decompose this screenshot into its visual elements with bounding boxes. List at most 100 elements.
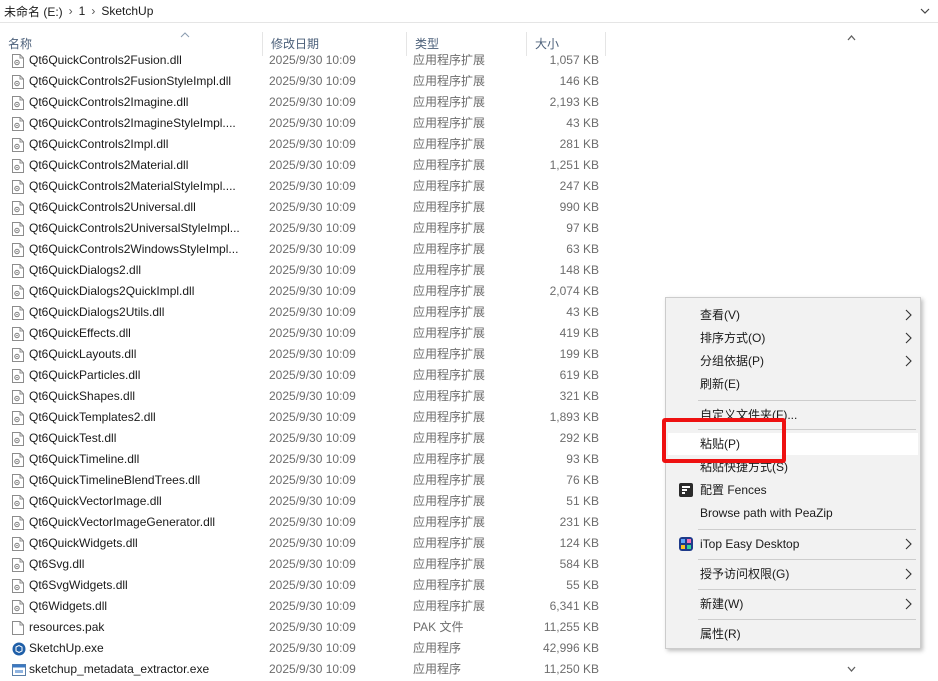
file-row[interactable]: Qt6SvgWidgets.dll 2025/9/30 10:09 应用程序扩展 55…: [0, 575, 606, 596]
menu-separator: [698, 559, 916, 560]
menu-item-peazip-browse[interactable]: Browse path with PeaZip: [668, 502, 918, 524]
file-type: 应用程序扩展: [413, 473, 486, 487]
dll-file-icon: [10, 197, 26, 218]
file-row[interactable]: sketchup_metadata_extractor.exe 2025/9/30…: [0, 659, 606, 680]
file-size: 51 KB: [566, 494, 599, 508]
file-size: 199 KB: [559, 347, 599, 361]
file-date: 2025/9/30 10:09: [269, 389, 356, 403]
file-row[interactable]: Qt6QuickTimeline.dll 2025/9/30 10:09 应用程序扩…: [0, 449, 606, 470]
menu-item-new[interactable]: 新建(W): [668, 593, 918, 615]
file-date: 2025/9/30 10:09: [269, 158, 356, 172]
file-name: Qt6QuickDialogs2Utils.dll: [29, 305, 165, 319]
breadcrumb-folder-1[interactable]: 1: [79, 4, 86, 18]
file-row[interactable]: Qt6QuickDialogs2QuickImpl.dll 2025/9/30 1…: [0, 281, 606, 302]
menu-item-itop-easy-desktop[interactable]: iTop Easy Desktop: [668, 533, 918, 555]
menu-item-group-by[interactable]: 分组依据(P): [668, 350, 918, 372]
file-row[interactable]: Qt6QuickEffects.dll 2025/9/30 10:09 应用程序扩展…: [0, 323, 606, 344]
dll-file-icon: [10, 512, 26, 533]
address-bar[interactable]: 未命名 (E:) › 1 › SketchUp: [0, 0, 938, 23]
file-row[interactable]: Qt6QuickDialogs2Utils.dll 2025/9/30 10:09…: [0, 302, 606, 323]
menu-item-customize-folder[interactable]: 自定义文件夹(F)...: [668, 404, 918, 426]
menu-item-configure-fences[interactable]: 配置 Fences: [668, 479, 918, 501]
column-type-label: 类型: [415, 37, 440, 51]
file-name: Qt6QuickControls2Imagine.dll: [29, 95, 189, 109]
file-row[interactable]: Qt6QuickControls2FusionStyleImpl.dll 2025…: [0, 71, 606, 92]
file-date: 2025/9/30 10:09: [269, 179, 356, 193]
file-date: 2025/9/30 10:09: [269, 578, 356, 592]
file-date: 2025/9/30 10:09: [269, 284, 356, 298]
scroll-up-icon[interactable]: [843, 30, 860, 47]
dll-file-icon: [10, 155, 26, 176]
menu-item-grant-access[interactable]: 授予访问权限(G): [668, 563, 918, 585]
file-date: 2025/9/30 10:09: [269, 431, 356, 445]
chevron-right-icon: [905, 568, 912, 580]
file-type: 应用程序扩展: [413, 263, 486, 277]
menu-item-paste-shortcut[interactable]: 粘贴快捷方式(S): [668, 456, 918, 478]
file-row[interactable]: Qt6QuickControls2Imagine.dll 2025/9/30 10…: [0, 92, 606, 113]
menu-item-properties[interactable]: 属性(R): [668, 623, 918, 645]
menu-separator: [698, 429, 916, 430]
file-size: 93 KB: [566, 452, 599, 466]
file-row[interactable]: Qt6QuickVectorImageGenerator.dll 2025/9/3…: [0, 512, 606, 533]
file-row[interactable]: resources.pak 2025/9/30 10:09 PAK 文件 11,255…: [0, 617, 606, 638]
file-size: 6,341 KB: [549, 599, 599, 613]
file-row[interactable]: Qt6QuickControls2Universal.dll 2025/9/30 …: [0, 197, 606, 218]
menu-item-label: 粘贴(P): [700, 437, 740, 451]
menu-item-view[interactable]: 查看(V): [668, 304, 918, 326]
file-row[interactable]: Qt6QuickDialogs2.dll 2025/9/30 10:09 应用程序扩…: [0, 260, 606, 281]
menu-item-sort-by[interactable]: 排序方式(O): [668, 327, 918, 349]
file-type: 应用程序: [413, 641, 462, 655]
breadcrumb-folder-sketchup[interactable]: SketchUp: [101, 4, 153, 18]
file-type: 应用程序扩展: [413, 494, 486, 508]
file-row[interactable]: Qt6Widgets.dll 2025/9/30 10:09 应用程序扩展 6,341…: [0, 596, 606, 617]
file-date: 2025/9/30 10:09: [269, 515, 356, 529]
file-size: 76 KB: [566, 473, 599, 487]
file-row[interactable]: Qt6QuickParticles.dll 2025/9/30 10:09 应用程序…: [0, 365, 606, 386]
menu-separator: [698, 619, 916, 620]
file-row[interactable]: Qt6QuickWidgets.dll 2025/9/30 10:09 应用程序扩展…: [0, 533, 606, 554]
file-name: Qt6QuickEffects.dll: [29, 326, 131, 340]
file-row[interactable]: Qt6QuickControls2UniversalStyleImpl... 20…: [0, 218, 606, 239]
breadcrumb-drive[interactable]: 未命名 (E:): [4, 3, 63, 20]
file-type: 应用程序扩展: [413, 221, 486, 235]
menu-item-label: 自定义文件夹(F)...: [700, 408, 798, 422]
menu-separator: [698, 400, 916, 401]
file-row[interactable]: Qt6QuickTimelineBlendTrees.dll 2025/9/30 …: [0, 470, 606, 491]
chevron-right-icon: [905, 309, 912, 321]
file-date: 2025/9/30 10:09: [269, 95, 356, 109]
file-row[interactable]: Qt6QuickVectorImage.dll 2025/9/30 10:09 应用…: [0, 491, 606, 512]
menu-item-refresh[interactable]: 刷新(E): [668, 373, 918, 395]
file-row[interactable]: Qt6QuickControls2WindowsStyleImpl... 2025…: [0, 239, 606, 260]
menu-separator: [698, 529, 916, 530]
file-row[interactable]: Qt6QuickShapes.dll 2025/9/30 10:09 应用程序扩展 3…: [0, 386, 606, 407]
file-list[interactable]: Qt6QuickControls2Fusion.dll 2025/9/30 10:…: [0, 50, 606, 681]
file-row[interactable]: Qt6QuickLayouts.dll 2025/9/30 10:09 应用程序扩展…: [0, 344, 606, 365]
file-row[interactable]: Qt6QuickTest.dll 2025/9/30 10:09 应用程序扩展 292…: [0, 428, 606, 449]
file-row[interactable]: Qt6QuickControls2ImagineStyleImpl.... 202…: [0, 113, 606, 134]
file-type: PAK 文件: [413, 620, 464, 634]
menu-item-label: 查看(V): [700, 308, 740, 322]
blank-file-icon: [10, 617, 26, 638]
file-row[interactable]: Qt6QuickControls2MaterialStyleImpl.... 20…: [0, 176, 606, 197]
file-size: 2,074 KB: [549, 284, 599, 298]
file-size: 321 KB: [559, 389, 599, 403]
file-row[interactable]: Qt6QuickControls2Material.dll 2025/9/30 1…: [0, 155, 606, 176]
file-row[interactable]: Qt6QuickControls2Fusion.dll 2025/9/30 10:…: [0, 50, 606, 71]
file-row[interactable]: Qt6QuickControls2Impl.dll 2025/9/30 10:09…: [0, 134, 606, 155]
scroll-down-icon[interactable]: [843, 660, 860, 677]
menu-item-label: 属性(R): [700, 627, 741, 641]
sketchup-app-icon: [10, 638, 26, 659]
chevron-down-icon[interactable]: [918, 4, 932, 18]
file-row[interactable]: SketchUp.exe 2025/9/30 10:09 应用程序 42,996 KB: [0, 638, 606, 659]
file-date: 2025/9/30 10:09: [269, 200, 356, 214]
file-date: 2025/9/30 10:09: [269, 263, 356, 277]
column-name-label: 名称: [8, 37, 33, 51]
chevron-right-icon: [905, 538, 912, 550]
file-size: 292 KB: [559, 431, 599, 445]
file-name: Qt6QuickControls2WindowsStyleImpl...: [29, 242, 239, 256]
menu-item-paste[interactable]: 粘贴(P): [668, 433, 918, 455]
dll-file-icon: [10, 92, 26, 113]
file-name: resources.pak: [29, 620, 105, 634]
file-row[interactable]: Qt6QuickTemplates2.dll 2025/9/30 10:09 应用程…: [0, 407, 606, 428]
file-row[interactable]: Qt6Svg.dll 2025/9/30 10:09 应用程序扩展 584 KB: [0, 554, 606, 575]
